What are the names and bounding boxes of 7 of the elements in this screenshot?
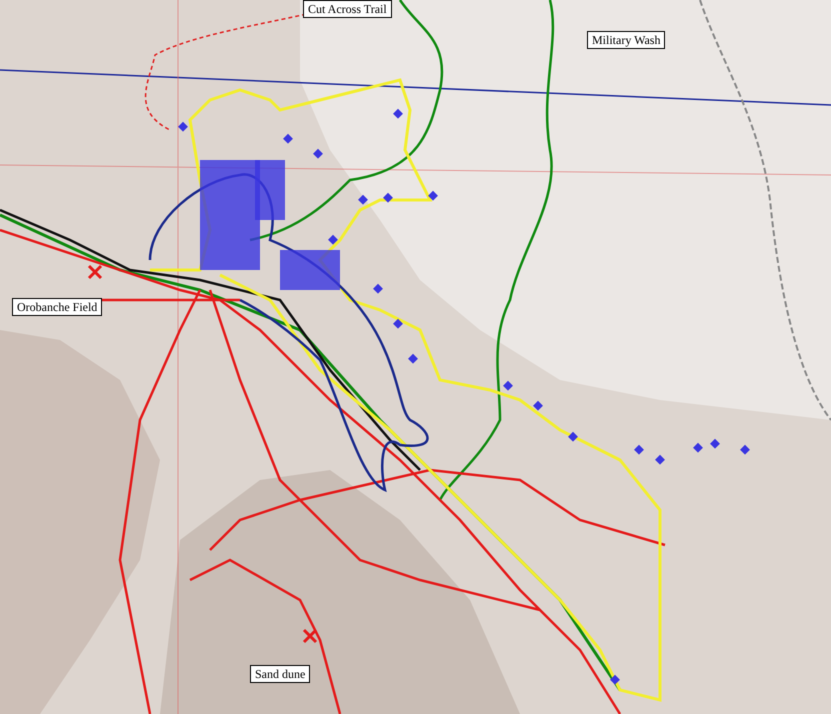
map-label: Sand dune — [250, 665, 310, 683]
topographic-map[interactable]: Cut Across Trail Military Wash Orobanche Field Sand dune — [0, 0, 831, 714]
map-label: Cut Across Trail — [303, 0, 392, 18]
x-marker-icon — [302, 628, 318, 644]
map-label: Military Wash — [587, 31, 666, 49]
x-marker-icon — [88, 264, 102, 280]
map-label: Orobanche Field — [12, 298, 102, 316]
